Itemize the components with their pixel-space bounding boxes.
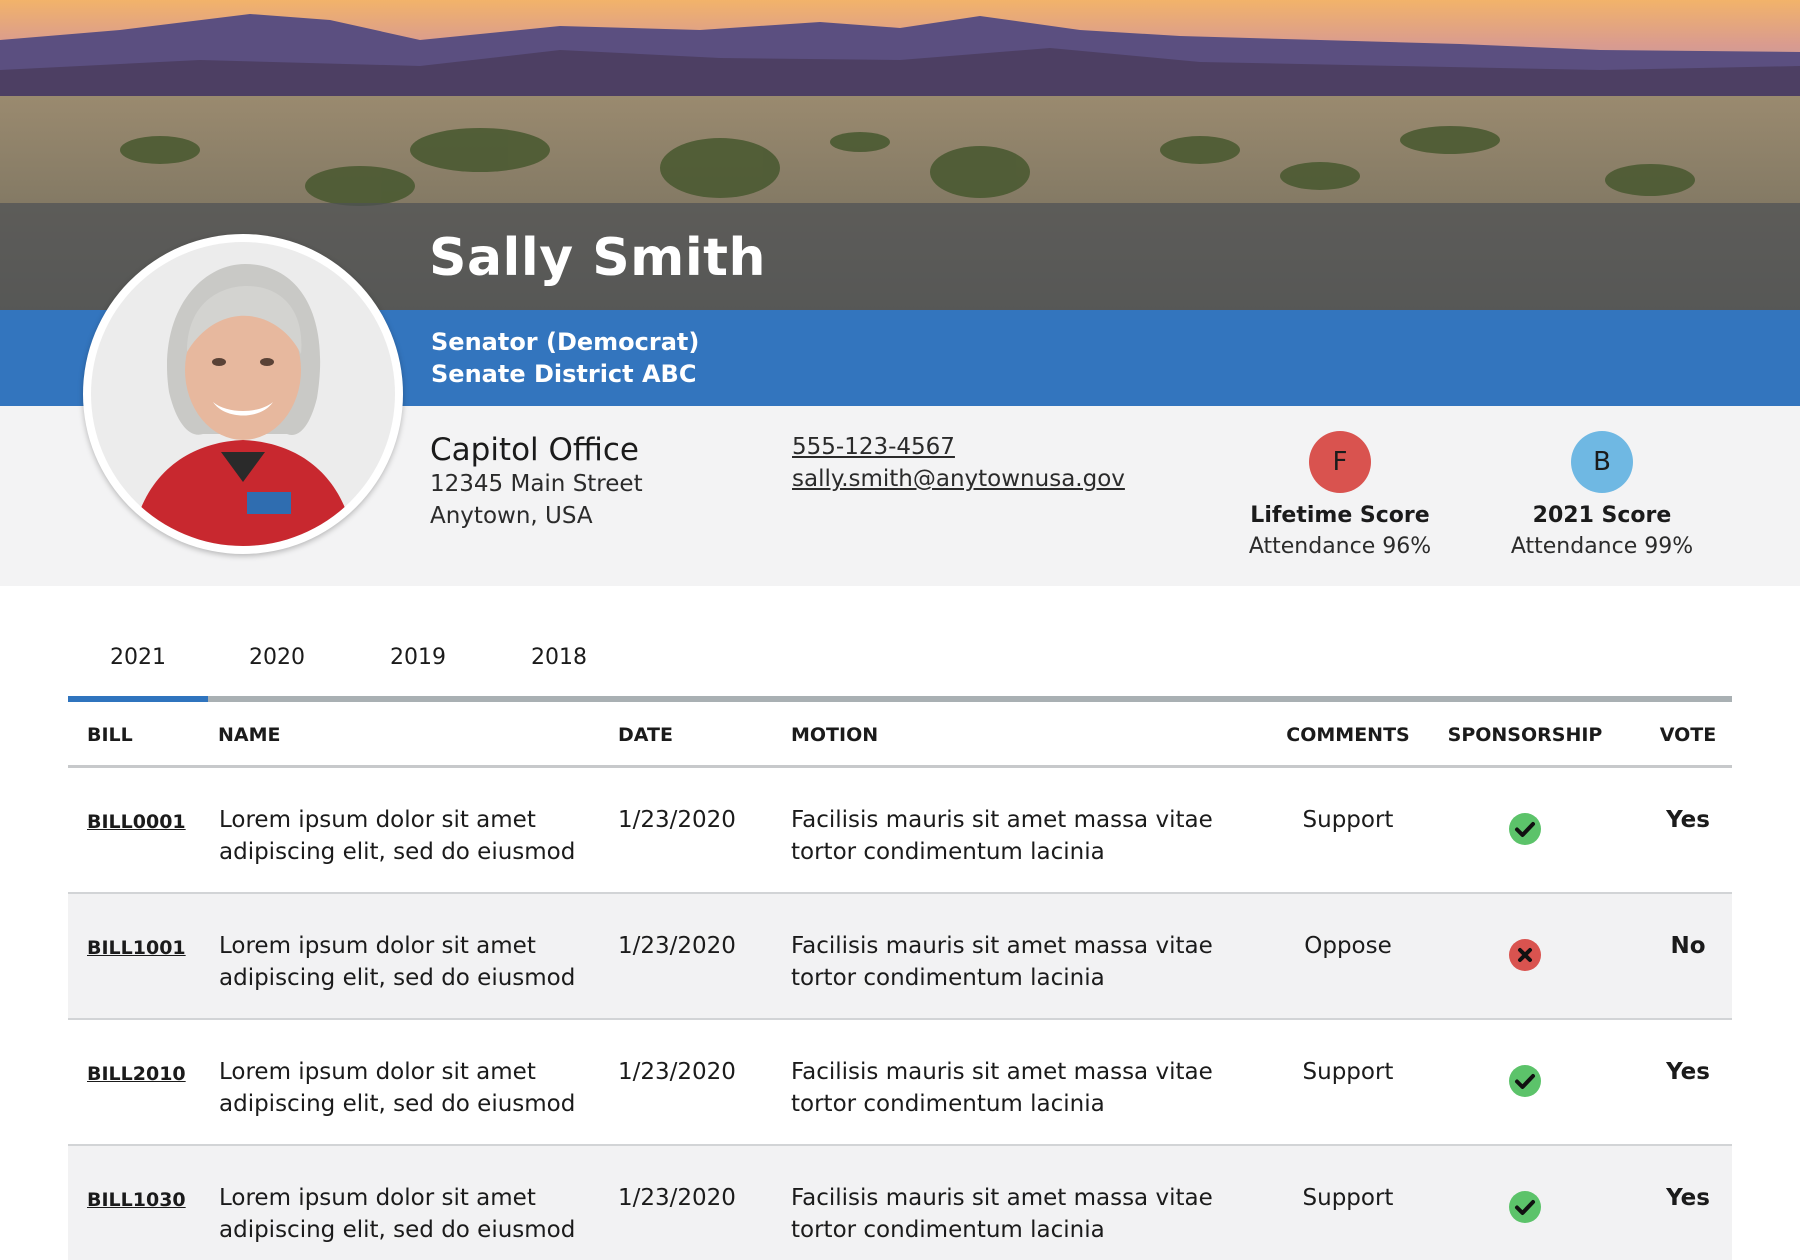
sponsorship-cell xyxy=(1508,1190,1542,1224)
header-motion: MOTION xyxy=(791,724,879,746)
bill-motion: Facilisis mauris sit amet massa vitae to… xyxy=(791,930,1221,994)
bill-link[interactable]: BILL1030 xyxy=(87,1184,186,1216)
active-tab-indicator xyxy=(68,696,208,702)
bill-comment: Support xyxy=(1302,1185,1394,1211)
tab-2021[interactable]: 2021 xyxy=(68,645,208,693)
lifetime-score: F Lifetime Score Attendance 96% xyxy=(1230,431,1450,559)
senator-name: Sally Smith xyxy=(429,228,767,288)
sponsorship-cell xyxy=(1508,938,1542,972)
bill-motion: Facilisis mauris sit amet massa vitae to… xyxy=(791,1056,1221,1120)
bill-link[interactable]: BILL2010 xyxy=(87,1058,186,1090)
bill-date: 1/23/2020 xyxy=(618,1059,736,1085)
year-score-label: 2021 Score xyxy=(1532,503,1672,528)
bill-motion-line: tortor condimentum lacinia xyxy=(791,1091,1105,1117)
check-icon xyxy=(1508,812,1542,846)
bill-motion: Facilisis mauris sit amet massa vitae to… xyxy=(791,804,1221,868)
x-icon xyxy=(1508,938,1542,972)
bill-name: Lorem ipsum dolor sit amet adipiscing el… xyxy=(219,1056,599,1120)
vote-value: Yes xyxy=(1666,807,1710,833)
bill-name-line: adipiscing elit, sed do eiusmod xyxy=(219,965,576,991)
bill-name: Lorem ipsum dolor sit amet adipiscing el… xyxy=(219,930,599,994)
phone-link[interactable]: 555-123-4567 xyxy=(792,434,955,460)
vote-value: Yes xyxy=(1666,1059,1710,1085)
avatar xyxy=(83,234,403,554)
bill-name-line: adipiscing elit, sed do eiusmod xyxy=(219,1091,576,1117)
check-icon xyxy=(1508,1064,1542,1098)
bill-name-line: adipiscing elit, sed do eiusmod xyxy=(219,1217,576,1243)
bill-name-line: Lorem ipsum dolor sit amet xyxy=(219,933,536,959)
tab-2019[interactable]: 2019 xyxy=(348,645,488,693)
bill-name: Lorem ipsum dolor sit amet adipiscing el… xyxy=(219,804,599,868)
tab-2018[interactable]: 2018 xyxy=(489,645,629,693)
bill-motion-line: tortor condimentum lacinia xyxy=(791,1217,1105,1243)
portrait-photo xyxy=(91,242,395,546)
bill-motion-line: Facilisis mauris sit amet massa vitae xyxy=(791,933,1213,959)
bill-link[interactable]: BILL1001 xyxy=(87,932,186,964)
bill-comment: Support xyxy=(1302,1059,1394,1085)
senator-district: Senate District ABC xyxy=(431,360,697,388)
vote-value: Yes xyxy=(1666,1185,1710,1211)
table-row: BILL1030 Lorem ipsum dolor sit amet adip… xyxy=(68,1146,1732,1260)
table-row: BILL1001 Lorem ipsum dolor sit amet adip… xyxy=(68,894,1732,1020)
bill-motion-line: Facilisis mauris sit amet massa vitae xyxy=(791,1059,1213,1085)
lifetime-attendance: Attendance 96% xyxy=(1248,534,1432,559)
year-tabs: 2021 2020 2019 2018 xyxy=(68,645,1732,703)
bill-date: 1/23/2020 xyxy=(618,933,736,959)
bill-motion-line: Facilisis mauris sit amet massa vitae xyxy=(791,1185,1213,1211)
header-comments: COMMENTS xyxy=(1286,724,1410,746)
lifetime-score-label: Lifetime Score xyxy=(1250,503,1430,528)
office-address-line1: 12345 Main Street xyxy=(430,471,643,497)
table-row: BILL0001 Lorem ipsum dolor sit amet adip… xyxy=(68,768,1732,894)
year-score: B 2021 Score Attendance 99% xyxy=(1492,431,1712,559)
bill-name-line: adipiscing elit, sed do eiusmod xyxy=(219,839,576,865)
office-address-line2: Anytown, USA xyxy=(430,503,593,529)
header-name: NAME xyxy=(218,724,281,746)
vote-value: No xyxy=(1670,933,1706,959)
header-date: DATE xyxy=(618,724,673,746)
bill-motion-line: Facilisis mauris sit amet massa vitae xyxy=(791,807,1213,833)
bill-date: 1/23/2020 xyxy=(618,1185,736,1211)
lifetime-grade-badge: F xyxy=(1309,431,1371,493)
tab-2020[interactable]: 2020 xyxy=(207,645,347,693)
bill-motion: Facilisis mauris sit amet massa vitae to… xyxy=(791,1182,1221,1246)
bill-date: 1/23/2020 xyxy=(618,807,736,833)
bill-motion-line: tortor condimentum lacinia xyxy=(791,839,1105,865)
bill-link[interactable]: BILL0001 xyxy=(87,806,186,838)
senator-role: Senator (Democrat) xyxy=(431,328,700,356)
bill-name-line: Lorem ipsum dolor sit amet xyxy=(219,1185,536,1211)
table-header: BILL NAME DATE MOTION COMMENTS SPONSORSH… xyxy=(68,706,1732,768)
office-title: Capitol Office xyxy=(430,432,640,468)
year-grade-badge: B xyxy=(1571,431,1633,493)
bill-name: Lorem ipsum dolor sit amet adipiscing el… xyxy=(219,1182,599,1246)
sponsorship-cell xyxy=(1508,1064,1542,1098)
header-bill: BILL xyxy=(87,724,133,746)
email-link[interactable]: sally.smith@anytownusa.gov xyxy=(792,466,1125,492)
bill-name-line: Lorem ipsum dolor sit amet xyxy=(219,1059,536,1085)
header-sponsorship: SPONSORSHIP xyxy=(1447,724,1603,746)
year-attendance: Attendance 99% xyxy=(1510,534,1694,559)
bill-name-line: Lorem ipsum dolor sit amet xyxy=(219,807,536,833)
sponsorship-cell xyxy=(1508,812,1542,846)
bill-comment: Support xyxy=(1302,807,1394,833)
bill-comment: Oppose xyxy=(1304,933,1392,959)
tabs-divider xyxy=(68,696,1732,702)
votes-table: BILL NAME DATE MOTION COMMENTS SPONSORSH… xyxy=(68,706,1732,1260)
header-vote: VOTE xyxy=(1659,724,1717,746)
bill-motion-line: tortor condimentum lacinia xyxy=(791,965,1105,991)
check-icon xyxy=(1508,1190,1542,1224)
table-row: BILL2010 Lorem ipsum dolor sit amet adip… xyxy=(68,1020,1732,1146)
